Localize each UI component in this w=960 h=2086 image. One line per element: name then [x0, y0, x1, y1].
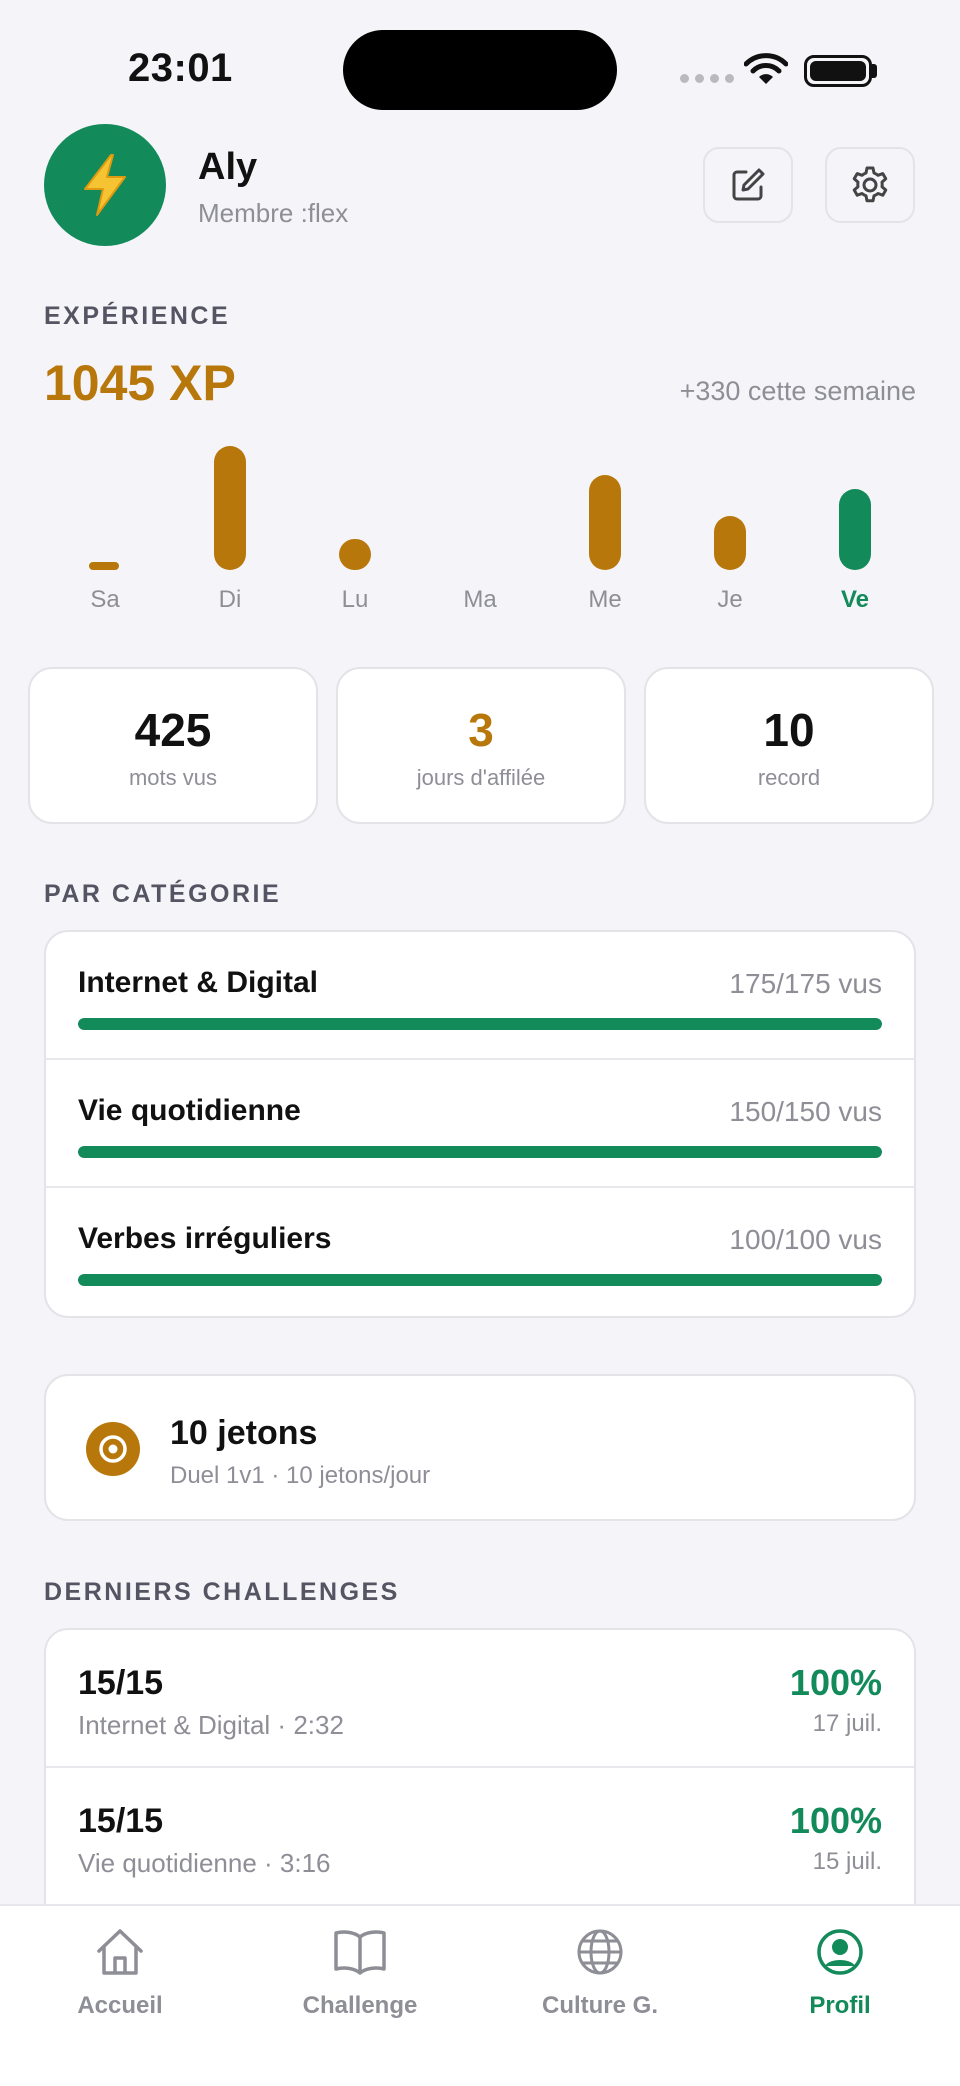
challenge-score: 15/15 [78, 1664, 164, 1702]
profile-icon [817, 1929, 863, 1975]
book-icon [334, 1930, 386, 1975]
stat-label: jours d'affilée [416, 765, 546, 790]
challenge-row[interactable]: 15/15 Internet & Digital · 2:32 100% 17 … [46, 1630, 914, 1768]
stat-value: 425 [134, 704, 212, 756]
stat-card-streak: 3 jours d'affilée [336, 667, 626, 824]
experience-section-label: EXPÉRIENCE [44, 302, 231, 330]
edit-icon [732, 168, 765, 201]
user-name: Aly [198, 146, 258, 188]
day-label-sa: Sa [90, 586, 120, 613]
category-section-label: PAR CATÉGORIE [44, 880, 282, 908]
status-time: 23:01 [128, 46, 233, 90]
xp-bar-lu [339, 539, 371, 570]
stat-value: 3 [468, 704, 494, 756]
category-name: Verbes irréguliers [78, 1222, 332, 1255]
tokens-subtitle: Duel 1v1 · 10 jetons/jour [170, 1462, 431, 1489]
challenge-percent: 100% [789, 1800, 882, 1841]
day-label-di: Di [218, 586, 242, 613]
category-name: Internet & Digital [78, 966, 319, 999]
gear-icon [852, 166, 888, 203]
tab-culture-g[interactable]: Culture G. [500, 1924, 700, 2020]
category-count: 150/150 vus [729, 1096, 882, 1127]
challenge-score: 15/15 [78, 1802, 164, 1840]
category-progress-bar [78, 1274, 882, 1286]
day-label-me: Me [588, 586, 622, 613]
xp-bar-je [714, 516, 746, 570]
user-membership: Membre :flex [198, 198, 349, 228]
challenge-date: 17 juil. [812, 1710, 882, 1737]
tab-label: Culture G. [541, 1992, 658, 2019]
xp-bar-sa [89, 562, 119, 570]
tab-label: Challenge [302, 1992, 418, 2019]
lightning-bolt-icon [84, 154, 126, 216]
challenge-row[interactable]: 15/15 Vie quotidienne · 3:16 100% 15 jui… [46, 1768, 914, 1906]
xp-bar-me [589, 474, 621, 570]
stat-value: 10 [763, 704, 815, 756]
day-label-ma: Ma [463, 586, 497, 613]
stat-card-words-seen: 425 mots vus [28, 667, 318, 824]
challenges-section-label: DERNIERS CHALLENGES [44, 1578, 400, 1606]
edit-profile-button[interactable] [703, 147, 793, 223]
xp-bar-di [214, 446, 246, 570]
tab-profil[interactable]: Profil [740, 1924, 940, 2020]
avatar[interactable] [44, 124, 166, 246]
challenge-meta: Vie quotidienne · 3:16 [78, 1848, 331, 1878]
category-name: Vie quotidienne [78, 1094, 301, 1127]
bottom-tab-bar: Accueil Challenge Culture G. Profil [0, 1904, 960, 2086]
tab-accueil[interactable]: Accueil [20, 1924, 220, 2020]
category-row-vie-quotidienne[interactable]: Vie quotidienne 150/150 vus [46, 1060, 914, 1188]
tab-challenge[interactable]: Challenge [260, 1924, 460, 2020]
cellular-signal-icon [680, 74, 734, 83]
stat-label: record [757, 765, 821, 790]
xp-week-gain: +330 cette semaine [679, 376, 916, 406]
weekly-xp-chart: Sa Di Lu Ma Me Je Ve [44, 420, 916, 620]
stat-label: mots vus [128, 765, 218, 790]
battery-cap [872, 64, 877, 78]
tokens-count: 10 jetons [170, 1414, 318, 1452]
category-progress-bar [78, 1146, 882, 1158]
day-label-lu: Lu [341, 586, 369, 613]
settings-button[interactable] [825, 147, 915, 223]
stat-card-record: 10 record [644, 667, 934, 824]
challenge-percent: 100% [789, 1662, 882, 1703]
tokens-card[interactable]: 10 jetons Duel 1v1 · 10 jetons/jour [44, 1374, 916, 1521]
day-label-ve: Ve [840, 586, 870, 613]
globe-icon [577, 1929, 623, 1975]
challenge-date: 15 juil. [812, 1848, 882, 1875]
category-count: 100/100 vus [729, 1224, 882, 1255]
home-icon [97, 1929, 143, 1975]
wifi-icon [744, 53, 788, 84]
tab-label: Accueil [77, 1992, 163, 2019]
challenge-list: 15/15 Internet & Digital · 2:32 100% 17 … [44, 1628, 916, 1928]
xp-bar-ve [839, 489, 871, 570]
tab-label: Profil [809, 1992, 871, 2019]
challenge-meta: Internet & Digital · 2:32 [78, 1710, 344, 1740]
battery-icon [804, 55, 872, 87]
category-count: 175/175 vus [729, 968, 882, 999]
target-icon [86, 1422, 140, 1476]
dynamic-island [343, 30, 617, 110]
category-list: Internet & Digital 175/175 vus Vie quoti… [44, 930, 916, 1318]
category-row-internet-digital[interactable]: Internet & Digital 175/175 vus [46, 932, 914, 1060]
category-row-verbes-irreguliers[interactable]: Verbes irréguliers 100/100 vus [46, 1188, 914, 1316]
day-label-je: Je [717, 586, 743, 613]
xp-total: 1045 XP [44, 355, 236, 411]
category-progress-bar [78, 1018, 882, 1030]
